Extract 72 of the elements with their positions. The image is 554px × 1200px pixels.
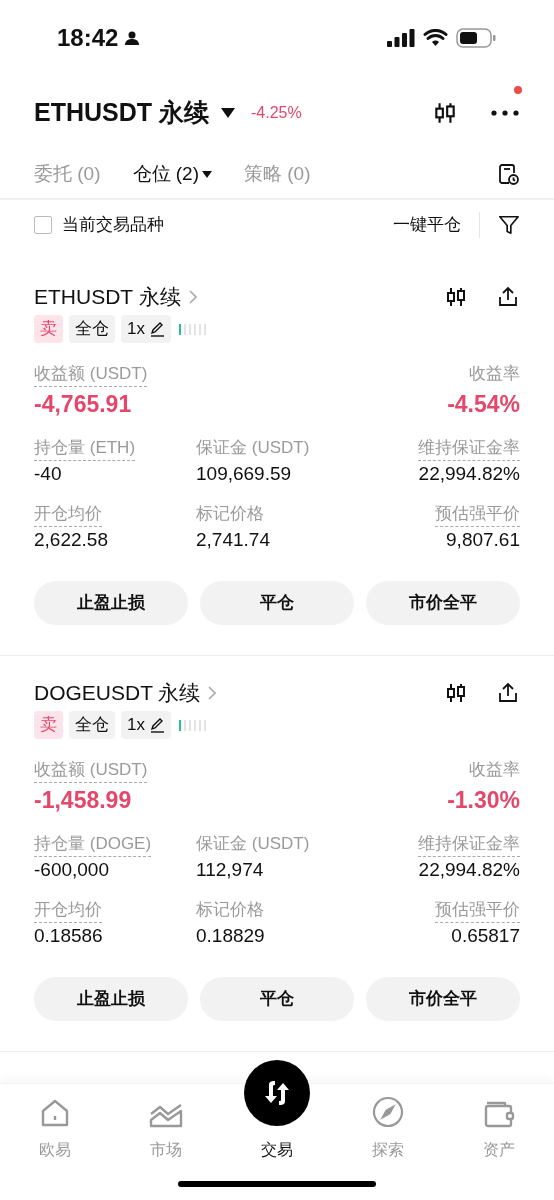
more-icon xyxy=(491,109,519,116)
pencil-icon xyxy=(148,717,165,733)
share-icon[interactable] xyxy=(496,285,520,309)
share-icon[interactable] xyxy=(496,681,520,705)
field-label: 持仓量 (ETH) xyxy=(34,437,136,461)
field-value: 112,974 xyxy=(196,857,264,882)
person-icon xyxy=(124,29,141,46)
checkbox[interactable] xyxy=(34,216,52,234)
field-value: 0.18586 xyxy=(34,923,103,948)
action-button[interactable]: 止盈止损 xyxy=(34,977,188,1021)
chevron-icon xyxy=(188,290,197,304)
leverage-button[interactable]: 1x xyxy=(121,711,171,739)
position-title[interactable]: DOGEUSDT 永续 xyxy=(34,677,217,709)
field-label: 预估强平价 xyxy=(435,503,520,527)
field-value: 22,994.82% xyxy=(418,857,520,882)
field-value: 22,994.82% xyxy=(418,461,520,486)
field-label: 开仓均价 xyxy=(34,899,102,923)
margin-mode-tag: 全仓 xyxy=(69,315,115,343)
pencil-icon xyxy=(148,321,165,337)
roi-value: -1.30% xyxy=(447,785,520,815)
history-icon[interactable] xyxy=(496,162,520,186)
action-button[interactable]: 市价全平 xyxy=(366,977,520,1021)
field-label: 持仓量 (DOGE) xyxy=(34,833,152,857)
symbol-selector[interactable]: ETHUSDT 永续 xyxy=(34,93,235,132)
field-label: 保证金 (USDT) xyxy=(196,833,310,855)
signal-icon xyxy=(387,28,415,47)
pnl-value: -1,458.99 xyxy=(34,785,132,815)
checkbox-label: 当前交易品种 xyxy=(62,214,164,237)
home-icon xyxy=(40,1098,71,1128)
tab[interactable]: 仓位 (2) xyxy=(132,159,212,189)
action-button[interactable]: 平仓 xyxy=(200,977,354,1021)
field-label: 保证金 (USDT) xyxy=(196,437,310,459)
field-value: 9,807.61 xyxy=(446,527,520,552)
action-button[interactable]: 止盈止损 xyxy=(34,581,188,625)
margin-mode-tag: 全仓 xyxy=(69,711,115,739)
leverage-button[interactable]: 1x xyxy=(121,315,171,343)
field-value: 2,622.58 xyxy=(34,527,108,552)
field-label: 收益额 (USDT) xyxy=(34,759,148,783)
caret-icon xyxy=(221,107,235,118)
wifi-icon xyxy=(423,28,448,47)
pnl-value: -4,765.91 xyxy=(34,389,132,419)
clock-time: 18:42 xyxy=(57,22,119,53)
filter-icon[interactable] xyxy=(498,214,520,236)
field-label: 收益率 xyxy=(469,759,520,781)
nav-item[interactable]: 交易 xyxy=(221,1060,333,1168)
price-change: -4.25% xyxy=(251,102,302,123)
field-value: 0.65817 xyxy=(451,923,520,948)
field-value: -600,000 xyxy=(34,857,109,882)
field-label: 标记价格 xyxy=(196,503,264,525)
action-button[interactable]: 市价全平 xyxy=(366,581,520,625)
action-button[interactable]: 平仓 xyxy=(200,581,354,625)
field-label: 维持保证金率 xyxy=(418,833,520,857)
chevron-icon xyxy=(208,686,217,700)
candlestick-icon[interactable] xyxy=(444,285,468,309)
field-label: 维持保证金率 xyxy=(418,437,520,461)
field-value: 2,741.74 xyxy=(196,527,270,552)
side-tag: 卖 xyxy=(34,315,63,343)
battery-icon xyxy=(456,27,496,48)
close-all-button[interactable]: 一键平仓 xyxy=(393,212,480,238)
field-label: 收益率 xyxy=(469,363,520,385)
field-value: 0.18829 xyxy=(196,923,265,948)
field-label: 收益额 (USDT) xyxy=(34,363,148,387)
position-title[interactable]: ETHUSDT 永续 xyxy=(34,281,197,313)
side-tag: 卖 xyxy=(34,711,63,739)
candlestick-icon[interactable] xyxy=(444,681,468,705)
compass-icon xyxy=(371,1096,404,1128)
field-label: 标记价格 xyxy=(196,899,264,921)
roi-value: -4.54% xyxy=(447,389,520,419)
field-value: 109,669.59 xyxy=(196,461,292,486)
field-label: 预估强平价 xyxy=(435,899,520,923)
field-value: -40 xyxy=(34,461,62,486)
field-label: 开仓均价 xyxy=(34,503,102,527)
